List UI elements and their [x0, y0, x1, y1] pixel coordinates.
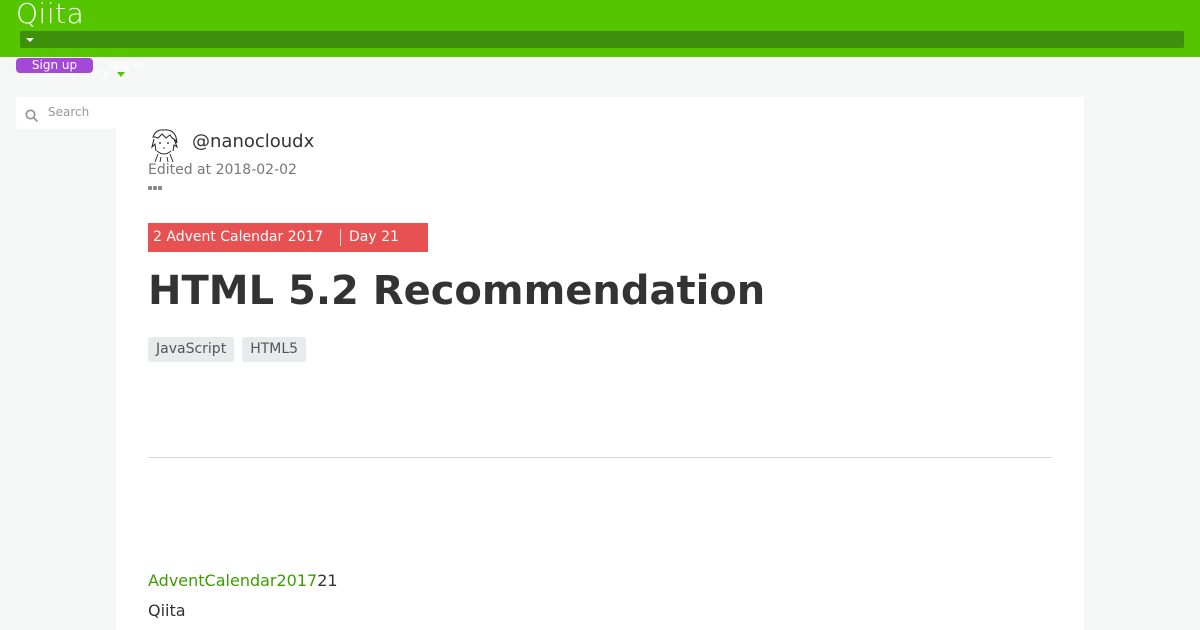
advent-calendar-link[interactable]: AdventCalendar2017: [148, 571, 317, 590]
tag-html5[interactable]: HTML5: [242, 337, 307, 362]
search-box[interactable]: Search: [16, 97, 126, 129]
tag-list: JavaScript HTML5: [148, 337, 307, 362]
search-icon: [25, 107, 38, 126]
article-body-line: AdventCalendar201721: [148, 571, 338, 590]
nav-dropdown-bar[interactable]: [20, 31, 1184, 48]
author-avatar[interactable]: [148, 127, 180, 163]
more-options-icon[interactable]: [148, 186, 162, 190]
tag-javascript[interactable]: JavaScript: [148, 337, 235, 362]
caret-down-icon: [26, 38, 34, 42]
login-link[interactable]: Log in: [108, 58, 144, 73]
advent-calendar-name: 2 Advent Calendar 2017: [153, 229, 324, 245]
advent-calendar-banner[interactable]: 2 Advent Calendar 2017 Day 21: [148, 223, 428, 252]
body-text: 21: [317, 571, 338, 590]
content-divider: [148, 457, 1052, 458]
signup-button[interactable]: Sign up: [16, 58, 93, 73]
top-navbar: Qiita: [0, 0, 1200, 57]
search-input[interactable]: Search: [48, 105, 89, 119]
banner-divider: [340, 229, 341, 246]
advent-calendar-day: Day 21: [349, 229, 399, 245]
article-body-line: Qiita: [148, 601, 186, 620]
edited-date: Edited at 2018-02-02: [148, 162, 297, 178]
qiita-logo[interactable]: Qiita: [16, 0, 84, 30]
article-title: HTML 5.2 Recommendation: [148, 268, 766, 314]
author-username[interactable]: @nanocloudx: [192, 131, 314, 152]
